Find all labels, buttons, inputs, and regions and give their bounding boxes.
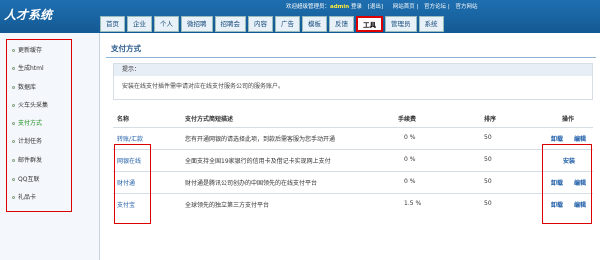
tip-box: 提示： 安装在线支付插件需申请对应在线支付服务公司的服务账户。 [113,63,593,100]
sidebar-item-7[interactable]: QQ互联 [12,174,39,183]
uninstall-button[interactable]: 卸载 [551,200,563,209]
tip-text: 安装在线支付插件需申请对应在线支付服务公司的服务账户。 [122,83,285,90]
table-row: 财付通 财付通是腾讯公司创办的中国领先的在线支付平台 0 % 50 卸载 编辑 [113,171,593,191]
payment-name-link[interactable]: 财付通 [117,178,135,187]
sidebar-item-label: 生成html [18,65,44,72]
forum-link[interactable]: 官方论坛 [424,4,446,10]
table-header: 名称 支付方式简短描述 手续费 排序 操作 [113,114,593,126]
user-bar: 欢迎超级管理员：admin 登录 [退出] 网站首页 | 官方论坛 | 官方网站 [286,4,478,10]
bullet-icon [12,178,15,181]
page-title: 支付方式 [111,44,141,53]
main-nav: 首页 企业 个人 微招聘 招聘会 内容 广告 模板 反馈 工具 管理员 系统 [100,16,446,33]
logout-link[interactable]: [退出] [368,4,383,10]
table-row: 网银在线 全面支持全国19家银行的信用卡及借记卡实现网上支付 0 % 50 安装 [113,149,593,169]
payment-name-link[interactable]: 转账/汇款 [117,134,143,143]
payment-order: 50 [484,134,492,141]
sidebar-item-label: 计划任务 [18,138,43,145]
install-button[interactable]: 安装 [563,156,575,165]
sidebar-item-label: 邮件群发 [18,157,43,164]
payment-fee: 1.5 % [404,200,422,207]
col-actions: 操作 [562,116,575,123]
sidebar-item-5[interactable]: 计划任务 [12,136,42,145]
nav-tab-5[interactable]: 内容 [248,16,273,32]
sidebar-item-2[interactable]: 数据库 [12,82,36,91]
col-desc: 支付方式简短描述 [185,116,234,123]
bullet-icon [12,140,15,143]
sidebar-item-0[interactable]: 更新缓存 [12,45,42,54]
nav-tab-3[interactable]: 微招聘 [181,16,213,32]
table-row: 支付宝 全球领先的独立第三方支付平台 1.5 % 50 卸载 编辑 [113,193,593,213]
official-site-link[interactable]: 官方网站 [456,4,478,10]
top-header: 人才系统 欢迎超级管理员：admin 登录 [退出] 网站首页 | 官方论坛 |… [0,0,600,33]
bullet-icon [12,86,15,89]
sidebar-item-label: QQ互联 [18,176,40,183]
table-row: 转账/汇款 您有开通网银的请选择此项，到款后需客服为您手动开通 0 % 50 卸载 编辑 [113,127,593,147]
sidebar-item-label: 支付方式 [18,120,43,127]
payment-fee: 0 % [404,178,416,185]
tip-title: 提示： [114,64,592,76]
sidebar: 更新缓存生成html 数据库火车头采集支付方式计划任务邮件群发 QQ互联礼品卡 [0,33,100,260]
admin-app: 人才系统 欢迎超级管理员：admin 登录 [退出] 网站首页 | 官方论坛 |… [0,0,600,260]
uninstall-button[interactable]: 卸载 [551,134,563,143]
bullet-icon [12,49,15,52]
site-home-link[interactable]: 网站首页 [393,4,415,10]
bullet-icon [12,196,15,199]
col-order: 排序 [484,116,497,123]
nav-tab-7[interactable]: 模板 [302,16,327,32]
nav-tab-0[interactable]: 首页 [100,16,125,32]
bullet-icon [12,122,15,125]
sidebar-item-label: 火车头采集 [18,102,49,109]
edit-button[interactable]: 编辑 [574,200,586,209]
payment-fee: 0 % [404,134,416,141]
sidebar-item-8[interactable]: 礼品卡 [12,192,36,201]
nav-tab-1[interactable]: 企业 [127,16,152,32]
nav-tab-8[interactable]: 反馈 [329,16,354,32]
payment-name-link[interactable]: 网银在线 [117,156,141,165]
sidebar-item-label: 数据库 [18,84,37,91]
sidebar-item-label: 更新缓存 [18,47,43,54]
nav-tab-6[interactable]: 广告 [275,16,300,32]
bullet-icon [12,159,15,162]
uninstall-button[interactable]: 卸载 [551,178,563,187]
nav-tab-11[interactable]: 系统 [418,16,444,32]
payment-name-link[interactable]: 支付宝 [117,200,135,209]
nav-tab-2[interactable]: 个人 [154,16,179,32]
sidebar-item-label: 礼品卡 [18,194,37,201]
sidebar-item-6[interactable]: 邮件群发 [12,155,42,164]
edit-button[interactable]: 编辑 [574,134,586,143]
main-panel: 支付方式 提示： 安装在线支付插件需申请对应在线支付服务公司的服务账户。 名称 … [101,33,600,260]
nav-tab-9[interactable]: 工具 [356,16,383,32]
sidebar-item-4[interactable]: 支付方式 [12,118,42,127]
bullet-icon [12,67,15,70]
bullet-icon [12,104,15,107]
payment-desc: 您有开通网银的请选择此项，到款后需客服为您手动开通 [185,136,336,143]
payment-order: 50 [484,200,492,207]
payment-desc: 财付通是腾讯公司创办的中国领先的在线支付平台 [185,180,318,187]
edit-button[interactable]: 编辑 [574,178,586,187]
username: admin [330,4,350,10]
title-divider [106,57,596,58]
payment-order: 50 [484,178,492,185]
sidebar-item-3[interactable]: 火车头采集 [12,100,48,109]
payment-desc: 全面支持全国19家银行的信用卡及借记卡实现网上支付 [185,158,331,165]
nav-tab-10[interactable]: 管理员 [385,16,417,32]
sidebar-item-1[interactable]: 生成html [12,63,44,72]
welcome-text: 欢迎超级管理员： [286,4,331,10]
col-fee: 手续费 [398,116,417,123]
nav-tab-4[interactable]: 招聘会 [214,16,246,32]
login-text: 登录 [350,4,362,10]
col-name: 名称 [117,116,130,123]
payment-order: 50 [484,156,492,163]
payment-fee: 0 % [404,156,416,163]
payment-desc: 全球领先的独立第三方支付平台 [185,202,270,209]
site-logo: 人才系统 [4,8,53,22]
